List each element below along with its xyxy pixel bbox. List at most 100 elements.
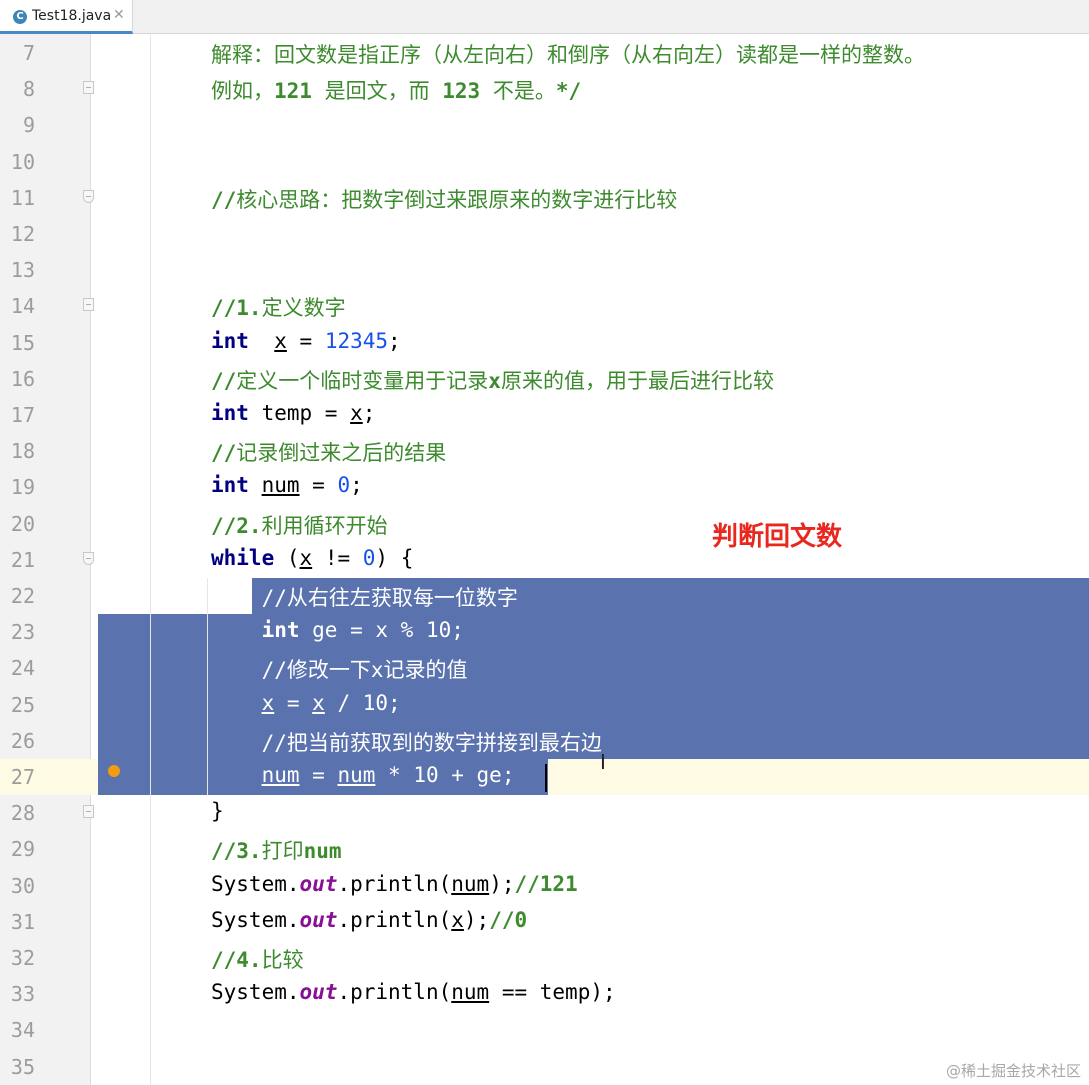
code-line[interactable]: 14 //1.定义数字 [0,287,1089,323]
code-token: x [261,690,275,715]
code-token: ; [362,401,376,425]
code-token: ; [388,328,401,353]
line-number: 17 [10,403,35,427]
code-token: x [312,690,325,715]
text-caret [545,764,547,792]
code-token: x [274,328,287,353]
code-line[interactable]: 8 例如，121 是回文，而 123 不是。*/ [0,70,1089,106]
code-token: = [299,763,338,787]
code-token: 不是。 [480,79,556,104]
code-text: int x = 12345; [211,329,401,353]
code-text: //定义一个临时变量用于记录x原来的值，用于最后进行比较 [211,365,774,395]
code-line[interactable]: 33 System.out.println(num == temp); [0,975,1089,1011]
line-number: 35 [10,1054,35,1079]
code-token: num [451,871,490,896]
code-token: // [211,441,237,466]
code-token: num [303,839,342,864]
code-line[interactable]: 24 //修改一下x记录的值 [0,649,1089,685]
code-token: System. [211,907,300,932]
annotation-label: 判断回文数 [712,522,843,552]
code-token: num [261,763,300,787]
fold-toggle-icon[interactable] [83,189,94,203]
line-number: 15 [10,330,35,355]
code-token: 0 [362,545,376,570]
code-line[interactable]: 12 [0,215,1089,251]
code-line[interactable]: 16 //定义一个临时变量用于记录x原来的值，用于最后进行比较 [0,360,1089,396]
code-line[interactable]: 7 解释：回文数是指正序（从左向右）和倒序（从右向左）读都是一样的整数。 [0,34,1089,70]
code-token: //修改一下x记录的值 [211,658,468,683]
code-text: System.out.println(x);//0 [211,908,527,932]
code-text: //从右往左获取每一位数字 [211,582,518,612]
code-token: while [211,545,275,570]
code-token: == temp); [489,980,616,1005]
fold-toggle-icon[interactable] [83,81,94,95]
code-line[interactable]: 35 [0,1048,1089,1084]
code-token: 12345 [324,328,389,353]
code-text: num = num * 10 + ge; [211,763,515,787]
code-token: 原来的值，用于最后进行比较 [500,368,774,393]
code-token: //2. [211,513,262,538]
code-token: 打印 [261,839,304,864]
code-token: num [451,980,490,1005]
code-line[interactable]: 25 x = x / 10; [0,686,1089,722]
code-line[interactable]: 20 //2.利用循环开始 [0,505,1089,541]
code-line[interactable]: 18 //记录倒过来之后的结果 [0,432,1089,468]
tab-test18-java[interactable]: C Test18.java ✕ [0,0,133,34]
close-icon[interactable]: ✕ [113,7,125,23]
line-number: 26 [10,728,35,753]
line-number: 24 [10,656,35,681]
line-number: 29 [10,837,35,862]
breakpoint-icon[interactable] [108,765,120,777]
code-line[interactable]: 9 [0,106,1089,142]
code-token: 记录倒过来之后的结果 [236,441,447,466]
code-line[interactable]: 22 //从右往左获取每一位数字 [0,577,1089,613]
code-text: int ge = x % 10; [211,618,464,642]
line-number: 25 [10,692,35,717]
code-text: } [211,799,224,823]
code-line[interactable]: 17 int temp = x; [0,396,1089,432]
code-line[interactable]: 30 System.out.println(num);//121 [0,867,1089,903]
line-number: 23 [10,620,35,645]
code-token: out [299,871,338,896]
editor-tab-bar: C Test18.java ✕ [0,0,1089,34]
code-line[interactable]: 34 [0,1011,1089,1047]
code-token: .println( [337,907,452,932]
code-line[interactable]: 10 [0,143,1089,179]
code-line[interactable]: 15 int x = 12345; [0,324,1089,360]
code-line[interactable]: 31 System.out.println(x);//0 [0,903,1089,939]
line-number: 20 [10,511,35,536]
code-token: int [211,328,249,353]
code-line[interactable]: 13 [0,251,1089,287]
code-token: //3. [211,839,262,864]
fold-toggle-icon[interactable] [83,298,94,312]
fold-toggle-icon[interactable] [83,551,94,565]
line-number: 33 [10,982,35,1007]
code-text: while (x != 0) { [211,546,413,570]
code-token: ; [350,473,363,498]
code-token: = [274,690,313,715]
code-line[interactable]: 23 int ge = x % 10; [0,613,1089,649]
code-text: //核心思路：把数字倒过来跟原来的数字进行比较 [211,184,677,214]
code-line[interactable]: 28} [0,794,1089,830]
code-text: 解释：回文数是指正序（从左向右）和倒序（从右向左）读都是一样的整数。 [211,39,925,69]
code-token: int [211,401,249,425]
code-line[interactable]: 32 //4.比较 [0,939,1089,975]
code-line[interactable]: 29 //3.打印num [0,830,1089,866]
code-token: / 10; [324,690,401,715]
fold-toggle-icon[interactable] [83,805,94,819]
code-token: = [299,473,338,498]
code-line[interactable]: 21 while (x != 0) { [0,541,1089,577]
code-token: 0 [337,473,351,498]
code-token: System. [211,871,300,896]
code-line[interactable]: 19 int num = 0; [0,468,1089,504]
line-number: 8 [22,77,35,102]
line-number: 21 [10,547,35,572]
code-token: // [211,368,237,393]
code-token: out [299,980,338,1005]
code-token: .println( [337,980,452,1005]
code-line[interactable]: 26 //把当前获取到的数字拼接到最右边 [0,722,1089,758]
code-line[interactable]: 11 //核心思路：把数字倒过来跟原来的数字进行比较 [0,179,1089,215]
